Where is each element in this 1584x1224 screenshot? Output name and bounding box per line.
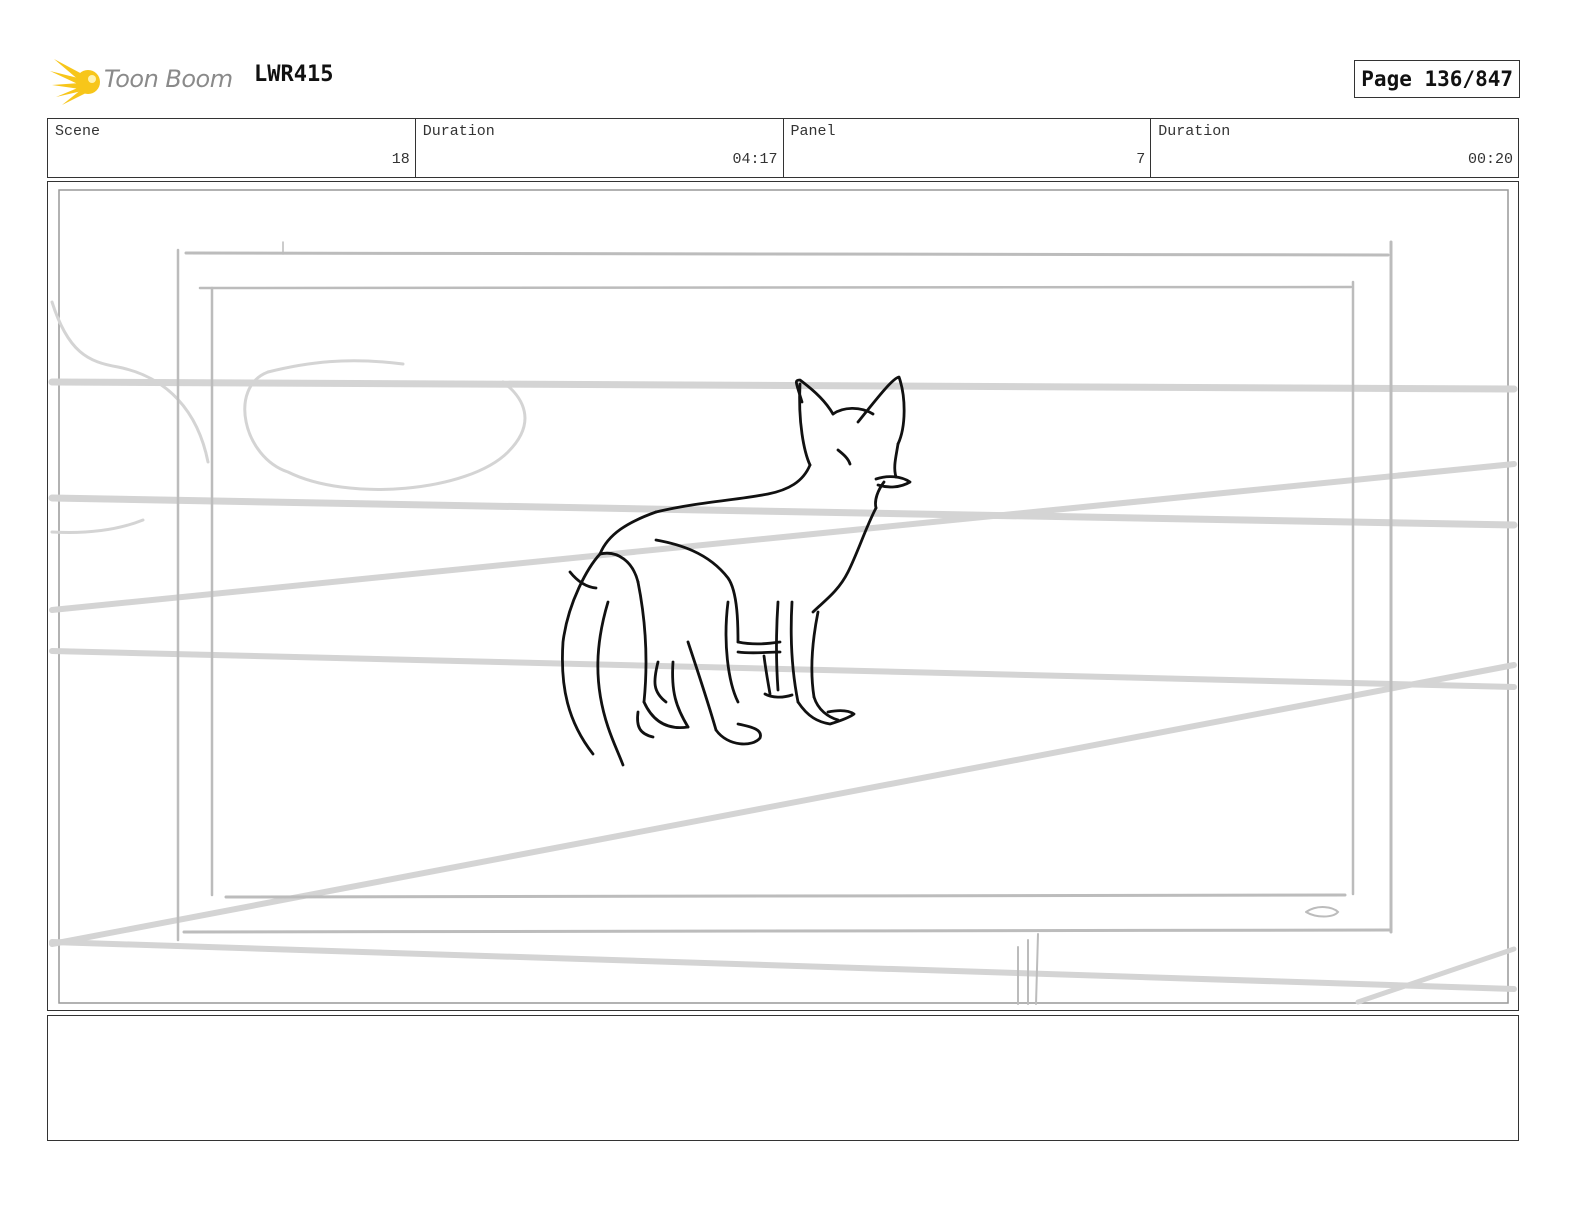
panel-duration-value: 00:20 — [1467, 151, 1513, 168]
panel-cell: Panel 7 — [784, 119, 1152, 177]
scene-duration-label: Duration — [422, 123, 495, 140]
sketch-drawing — [48, 189, 1518, 1005]
storyboard-panel-image — [47, 181, 1519, 1011]
panel-info-table: Scene 18 Duration 04:17 Panel 7 Duration… — [47, 118, 1519, 178]
panel-duration-cell: Duration 00:20 — [1151, 119, 1518, 177]
scene-duration-cell: Duration 04:17 — [416, 119, 784, 177]
page-header: Toon Boom LWR415 Page 136/847 — [0, 0, 1584, 110]
scene-duration-value: 04:17 — [732, 151, 778, 168]
panel-notes-box — [47, 1015, 1519, 1141]
starburst-icon — [50, 59, 100, 105]
toon-boom-logo: Toon Boom — [50, 55, 250, 107]
scene-label: Scene — [55, 123, 101, 140]
project-id: LWR415 — [254, 62, 334, 87]
panel-duration-label: Duration — [1158, 123, 1231, 140]
page-number: Page 136/847 — [1354, 60, 1520, 98]
scene-value: 18 — [391, 151, 410, 168]
logo-wordmark: Toon Boom — [104, 65, 233, 93]
scene-cell: Scene 18 — [48, 119, 416, 177]
panel-label: Panel — [790, 123, 836, 140]
panel-value: 7 — [1136, 151, 1146, 168]
